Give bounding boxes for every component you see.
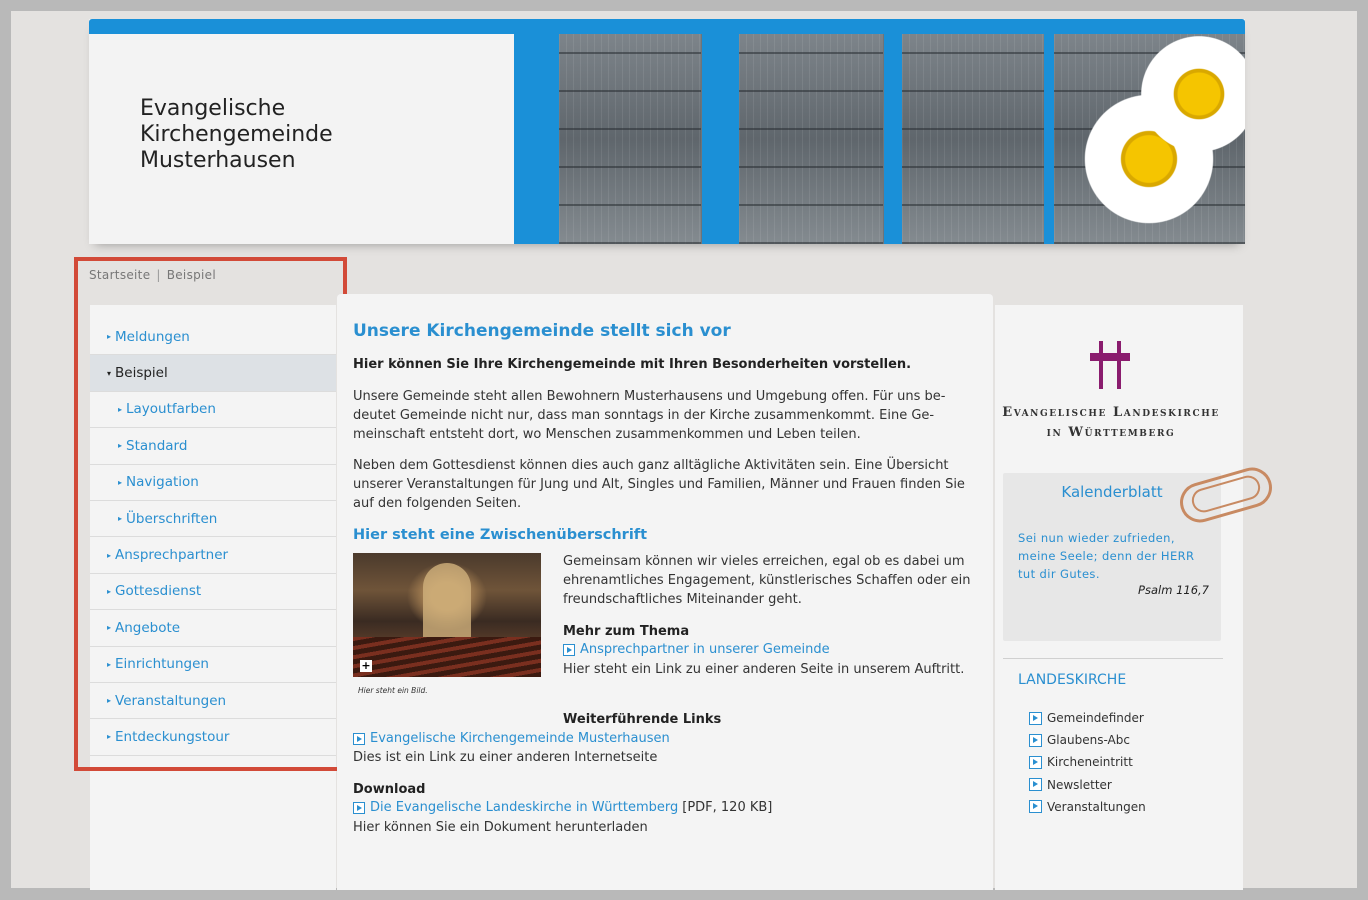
landeskirche-link-label: Newsletter <box>1047 777 1112 792</box>
second-paragraph: Neben dem Gottesdienst können dies auch … <box>353 458 965 511</box>
header-banner-image <box>514 34 1245 244</box>
landeskirche-link-newsletter[interactable]: Newsletter <box>1029 774 1146 796</box>
link-arrow-icon <box>353 801 365 814</box>
sidebar-menu: ▸ Meldungen ▾ Beispiel ▸ Layoutfarben ▸ Stan… <box>90 319 336 756</box>
further-link-text-desc: Dies ist ein Link zu einer anderen Inter… <box>353 750 658 765</box>
sidebar-item-label: Einrichtungen <box>115 656 209 673</box>
sidebar-item-label: Entdeckungstour <box>115 728 230 745</box>
more-topic-link-text: Ansprechpartner in unserer Gemeinde <box>580 642 830 657</box>
link-arrow-icon <box>353 732 365 745</box>
right-divider <box>1003 658 1223 659</box>
download-link[interactable]: Die Evangelische Landeskirche in Württem… <box>353 800 772 815</box>
download-file-meta: [PDF, 120 KB] <box>682 800 773 815</box>
sidebar-item-beispiel[interactable]: ▾ Beispiel <box>90 355 336 392</box>
sidebar-item-ansprechpartner[interactable]: ▸ Ansprechpartner <box>90 537 336 574</box>
sidebar-item-einrichtungen[interactable]: ▸ Einrichtungen <box>90 647 336 683</box>
chevron-right-icon: ▸ <box>118 441 123 451</box>
chevron-right-icon: ▸ <box>118 477 123 487</box>
landeskirche-logo-text[interactable]: Evangelische Landeskirche in Württemberg <box>995 403 1227 443</box>
sidebar-item-label: Navigation <box>126 474 199 491</box>
main-content: Unsere Kirchengemeinde stellt sich vor H… <box>337 294 993 890</box>
image-caption: Hier steht ein Bild. <box>358 686 428 695</box>
chevron-right-icon: ▸ <box>118 404 123 414</box>
chevron-right-icon: ▸ <box>107 732 112 742</box>
sidebar-item-label: Überschriften <box>126 510 218 527</box>
more-topic-text: Hier steht ein Link zu einer anderen Sei… <box>563 662 965 677</box>
breadcrumb: Startseite | Beispiel <box>89 268 216 282</box>
further-links-heading: Weiterführende Links <box>563 712 722 727</box>
link-arrow-icon <box>1029 755 1042 769</box>
sidebar-item-angebote[interactable]: ▸ Angebote <box>90 610 336 647</box>
sidebar-item-meldungen[interactable]: ▸ Meldungen <box>90 319 336 356</box>
landeskirche-links: Gemeindefinder Glaubens-Abc Kircheneintr… <box>1029 707 1146 818</box>
link-arrow-icon <box>1029 778 1042 792</box>
landeskirche-link-label: Kircheneintritt <box>1047 755 1133 770</box>
intro-paragraph: Unsere Gemeinde steht allen Bewohnern Mu… <box>353 389 946 442</box>
chevron-right-icon: ▸ <box>107 623 112 633</box>
more-topic-heading: Mehr zum Thema <box>563 624 690 639</box>
sidebar-item-label: Beispiel <box>115 365 168 382</box>
link-arrow-icon <box>563 643 575 656</box>
chevron-right-icon: ▸ <box>107 586 112 596</box>
sidebar-item-label: Veranstaltungen <box>115 692 227 709</box>
landeskirche-link-label: Veranstaltungen <box>1047 799 1146 814</box>
sidebar-item-navigation[interactable]: ▸ Navigation <box>90 465 336 501</box>
kalenderblatt-verse: Sei nun wieder zufrieden, meine Seele; d… <box>1018 531 1195 581</box>
breadcrumb-home-link[interactable]: Startseite <box>89 268 150 282</box>
landeskirche-link-glaubens-abc[interactable]: Glaubens-Abc <box>1029 729 1146 751</box>
lead-text: Hier können Sie Ihre Kirchengemeinde mit… <box>353 357 912 372</box>
chevron-right-icon: ▸ <box>107 696 112 706</box>
chevron-right-icon: ▸ <box>107 332 112 342</box>
sidebar-item-label: Layoutfarben <box>126 401 216 418</box>
church-cross-logo-icon[interactable] <box>1090 341 1130 389</box>
landeskirche-heading: LANDESKIRCHE <box>1018 672 1127 688</box>
more-topic-link[interactable]: Ansprechpartner in unserer Gemeinde <box>563 642 830 657</box>
landeskirche-link-veranstaltungen[interactable]: Veranstaltungen <box>1029 796 1146 818</box>
sidebar-item-entdeckungstour[interactable]: ▸ Entdeckungstour <box>90 719 336 756</box>
sidebar-navigation: ▸ Meldungen ▾ Beispiel ▸ Layoutfarben ▸ Stan… <box>90 305 336 890</box>
page-title: Unsere Kirchengemeinde stellt sich vor <box>353 321 731 341</box>
right-sidebar: Evangelische Landeskirche in Württemberg… <box>995 305 1277 890</box>
church-interior-photo[interactable]: + <box>353 553 541 677</box>
sidebar-item-label: Standard <box>126 437 188 454</box>
sidebar-item-label: Angebote <box>115 619 181 636</box>
landeskirche-link-kircheneintritt[interactable]: Kircheneintritt <box>1029 751 1146 773</box>
sidebar-item-gottesdienst[interactable]: ▸ Gottesdienst <box>90 574 336 611</box>
sidebar-item-ueberschriften[interactable]: ▸ Überschriften <box>90 501 336 538</box>
download-link-text: Die Evangelische Landeskirche in Württem… <box>370 800 679 815</box>
landeskirche-link-gemeindefinder[interactable]: Gemeindefinder <box>1029 707 1146 729</box>
site-title[interactable]: Evangelische Kirchengemeinde Musterhause… <box>140 96 333 174</box>
landeskirche-link-label: Glaubens-Abc <box>1047 733 1130 748</box>
download-text: Hier können Sie ein Dokument herunterlad… <box>353 820 648 835</box>
link-arrow-icon <box>1029 733 1042 747</box>
chevron-down-icon: ▾ <box>107 368 112 378</box>
chevron-right-icon: ▸ <box>107 659 112 669</box>
further-link[interactable]: Evangelische Kirchengemeinde Musterhause… <box>353 731 670 746</box>
sidebar-item-veranstaltungen[interactable]: ▸ Veranstaltungen <box>90 683 336 720</box>
zoom-plus-icon[interactable]: + <box>360 660 372 672</box>
header-accent-bar <box>89 19 1245 34</box>
sidebar-item-label: Gottesdienst <box>115 583 202 600</box>
image-side-text: Gemeinsam können wir vieles erreichen, e… <box>563 554 971 607</box>
download-heading: Download <box>353 782 426 797</box>
site-header: Evangelische Kirchengemeinde Musterhause… <box>89 19 1245 244</box>
sidebar-item-label: Ansprechpartner <box>115 547 229 564</box>
sidebar-item-layoutfarben[interactable]: ▸ Layoutfarben <box>90 392 336 429</box>
chevron-right-icon: ▸ <box>118 514 123 524</box>
sidebar-item-label: Meldungen <box>115 328 190 345</box>
breadcrumb-separator: | <box>156 268 161 282</box>
link-arrow-icon <box>1029 800 1042 814</box>
link-arrow-icon <box>1029 711 1042 725</box>
further-link-text: Evangelische Kirchengemeinde Musterhause… <box>370 731 670 746</box>
breadcrumb-current[interactable]: Beispiel <box>167 268 216 282</box>
landeskirche-link-label: Gemeindefinder <box>1047 711 1144 726</box>
sidebar-item-standard[interactable]: ▸ Standard <box>90 428 336 465</box>
kalenderblatt-reference: Psalm 116,7 <box>1138 583 1209 597</box>
chevron-right-icon: ▸ <box>107 550 112 560</box>
section-subheading: Hier steht eine Zwischenüberschrift <box>353 527 648 543</box>
